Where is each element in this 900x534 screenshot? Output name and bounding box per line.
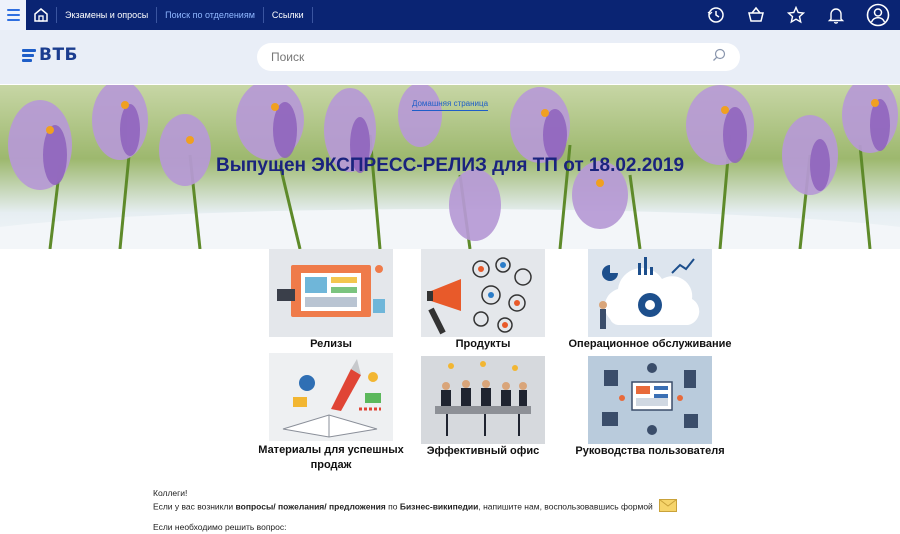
sales-materials-image[interactable]: [269, 353, 393, 441]
tile-operations[interactable]: Операционное обслуживание: [569, 249, 731, 350]
tile-products[interactable]: Продукты: [421, 249, 545, 350]
footer-text-part: по: [385, 501, 400, 512]
logo-text: ВТБ: [39, 45, 79, 65]
user-guides-image[interactable]: [588, 356, 712, 444]
logo-mark: [22, 48, 36, 62]
tile-label[interactable]: Материалы для успешных продаж: [249, 443, 413, 473]
bell-icon[interactable]: [816, 0, 856, 30]
footer-text-part: , напишите нам, воспользовавшись формой: [478, 501, 653, 512]
search-input[interactable]: [271, 50, 712, 64]
search-icon[interactable]: [712, 48, 726, 67]
vtb-logo[interactable]: ВТБ: [22, 45, 78, 65]
breadcrumb: Домашняя страница: [0, 93, 900, 111]
search-box[interactable]: [257, 43, 740, 71]
footer-text-part: Если у вас возникли: [153, 501, 236, 512]
releases-image[interactable]: [269, 249, 393, 337]
tile-releases[interactable]: Релизы: [269, 249, 393, 350]
tile-label[interactable]: Операционное обслуживание: [558, 337, 742, 352]
top-nav-bar: Экзамены и опросы Поиск по отделениям Сс…: [0, 0, 900, 30]
banner-headline[interactable]: Выпущен ЭКСПРЕСС-РЕЛИЗ для ТП от 18.02.2…: [0, 155, 900, 177]
tile-label[interactable]: Релизы: [249, 337, 413, 352]
footer-text-bold: вопросы/ пожелания/ предложения: [235, 501, 386, 512]
footer-question-line: Если необходимо решить вопрос:: [153, 522, 287, 532]
history-icon[interactable]: [696, 0, 736, 30]
user-icon[interactable]: [856, 0, 900, 30]
hero-banner: Домашняя страница Выпущен ЭКСПРЕСС-РЕЛИЗ…: [0, 85, 900, 249]
operations-image[interactable]: [588, 249, 712, 337]
tile-sales-materials[interactable]: Материалы для успешных продаж: [258, 353, 404, 471]
site-header: ВТБ: [0, 30, 900, 84]
tile-label[interactable]: Руководства пользователя: [558, 444, 742, 459]
tile-label[interactable]: Продукты: [401, 337, 565, 352]
nav-link-exams[interactable]: Экзамены и опросы: [57, 0, 156, 30]
footer-text-bold: Бизнес-википедии: [399, 501, 479, 512]
tile-label[interactable]: Эффективный офис: [401, 444, 565, 459]
breadcrumb-home-link[interactable]: Домашняя страница: [411, 99, 489, 111]
footer-feedback-line: Если у вас возникли вопросы/ пожелания/ …: [153, 499, 678, 515]
tile-effective-office[interactable]: Эффективный офис: [421, 356, 545, 457]
home-icon[interactable]: [26, 0, 56, 30]
nav-link-branch-search[interactable]: Поиск по отделениям: [157, 0, 263, 30]
basket-icon[interactable]: [736, 0, 776, 30]
tile-user-guides[interactable]: Руководства пользователя: [575, 356, 725, 457]
footer-greeting: Коллеги!: [153, 488, 188, 498]
star-icon[interactable]: [776, 0, 816, 30]
effective-office-image[interactable]: [421, 356, 545, 444]
envelope-icon[interactable]: [659, 499, 678, 515]
nav-divider: [311, 7, 313, 23]
products-image[interactable]: [421, 249, 545, 337]
nav-link-links[interactable]: Ссылки: [264, 0, 312, 30]
menu-icon[interactable]: [0, 0, 26, 30]
